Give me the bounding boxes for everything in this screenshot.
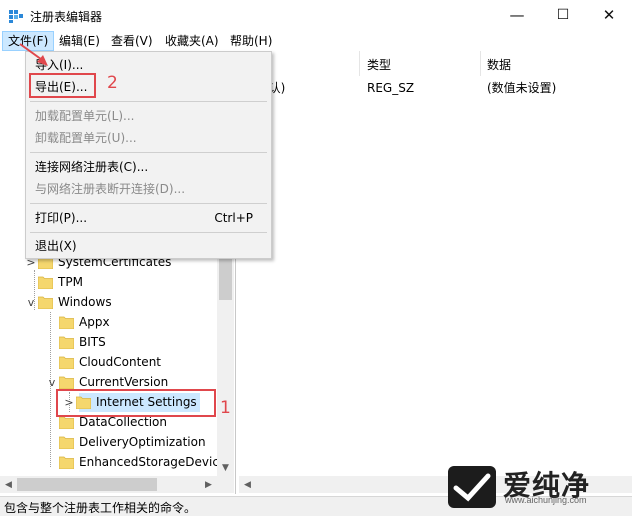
column-header-type[interactable]: 类型	[367, 56, 391, 74]
menu-favorites[interactable]: 收藏夹(A)	[160, 31, 224, 51]
menu-item-connect-network-registry[interactable]: 连接网络注册表(C)...	[35, 156, 148, 178]
scroll-left-icon[interactable]: ◀	[0, 476, 17, 493]
menu-help[interactable]: 帮助(H)	[225, 31, 277, 51]
folder-icon	[59, 356, 74, 369]
annotation-label-2: 2	[107, 73, 118, 93]
folder-icon	[59, 316, 74, 329]
value-data-cell: (数值未设置)	[487, 81, 557, 95]
tree-node-windows[interactable]: v Windows	[24, 292, 112, 312]
tree-node-label: CloudContent	[79, 355, 162, 369]
tree-node-label: Appx	[79, 315, 110, 329]
window-title: 注册表编辑器	[30, 10, 103, 24]
folder-icon	[59, 436, 74, 449]
scroll-down-icon[interactable]: ▼	[217, 459, 234, 476]
menu-separator	[30, 101, 267, 102]
menu-file[interactable]: 文件(F)	[2, 31, 55, 51]
folder-open-icon	[59, 376, 74, 389]
menu-item-load-hive: 加载配置单元(L)...	[35, 109, 135, 123]
tree-node-bits[interactable]: BITS	[45, 332, 106, 352]
column-header-data[interactable]: 数据	[487, 56, 511, 74]
menu-item-unload-hive: 卸载配置单元(U)...	[35, 131, 137, 145]
menu-item-disconnect-network-registry: 与网络注册表断开连接(D)...	[35, 182, 186, 196]
scroll-left-icon[interactable]: ◀	[239, 476, 256, 493]
menu-separator	[30, 152, 267, 153]
folder-icon	[59, 336, 74, 349]
folder-open-icon	[38, 296, 53, 309]
tree-node-enhancedstoragedevices[interactable]: EnhancedStorageDevic	[45, 452, 219, 472]
checkmark-icon	[453, 473, 491, 502]
folder-icon	[59, 456, 74, 469]
tree-node-label: EnhancedStorageDevic	[79, 455, 219, 469]
tree-node-label: TPM	[58, 275, 83, 289]
chevron-down-icon[interactable]: v	[45, 376, 59, 389]
minimize-button[interactable]: —	[494, 0, 540, 30]
value-type-cell: REG_SZ	[367, 81, 415, 95]
menu-separator	[30, 232, 267, 233]
tree-node-label: DeliveryOptimization	[79, 435, 206, 449]
tree-node-cloudcontent[interactable]: CloudContent	[45, 352, 161, 372]
column-divider[interactable]	[359, 51, 360, 76]
menu-view[interactable]: 查看(V)	[106, 31, 158, 51]
close-button[interactable]: ✕	[586, 0, 632, 30]
maximize-button[interactable]: ☐	[540, 0, 586, 30]
tree-node-deliveryoptimization[interactable]: DeliveryOptimization	[45, 432, 206, 452]
tree-node-label: Windows	[58, 295, 112, 309]
regedit-app-icon	[9, 10, 23, 23]
tree-node-appx[interactable]: Appx	[45, 312, 110, 332]
chevron-down-icon[interactable]: v	[24, 296, 38, 309]
column-divider[interactable]	[480, 51, 481, 76]
menu-edit[interactable]: 编辑(E)	[54, 31, 105, 51]
tree-horizontal-scroll-thumb[interactable]	[17, 478, 157, 491]
menu-separator	[30, 203, 267, 204]
menu-bar: 文件(F) 编辑(E) 查看(V) 收藏夹(A) 帮助(H)	[0, 31, 632, 51]
annotation-box-internet-settings	[56, 389, 216, 417]
tree-node-label: CurrentVersion	[79, 375, 169, 389]
folder-icon	[59, 416, 74, 429]
folder-icon	[38, 276, 53, 289]
tree-node-tpm[interactable]: TPM	[24, 272, 83, 292]
watermark-url: www.aichunjing.com	[505, 495, 587, 505]
annotation-label-1: 1	[220, 398, 231, 418]
annotation-box-export	[29, 73, 96, 98]
values-list-panel[interactable]	[239, 51, 632, 494]
scroll-right-icon[interactable]: ▶	[200, 476, 217, 493]
tree-node-label: BITS	[79, 335, 106, 349]
tree-node-label: DataCollection	[79, 415, 168, 429]
menu-item-exit[interactable]: 退出(X)	[35, 235, 77, 257]
menu-item-print[interactable]: 打印(P)...	[35, 207, 87, 229]
status-text: 包含与整个注册表工作相关的命令。	[4, 501, 197, 515]
watermark-logo	[448, 466, 496, 508]
print-shortcut: Ctrl+P	[214, 211, 253, 225]
